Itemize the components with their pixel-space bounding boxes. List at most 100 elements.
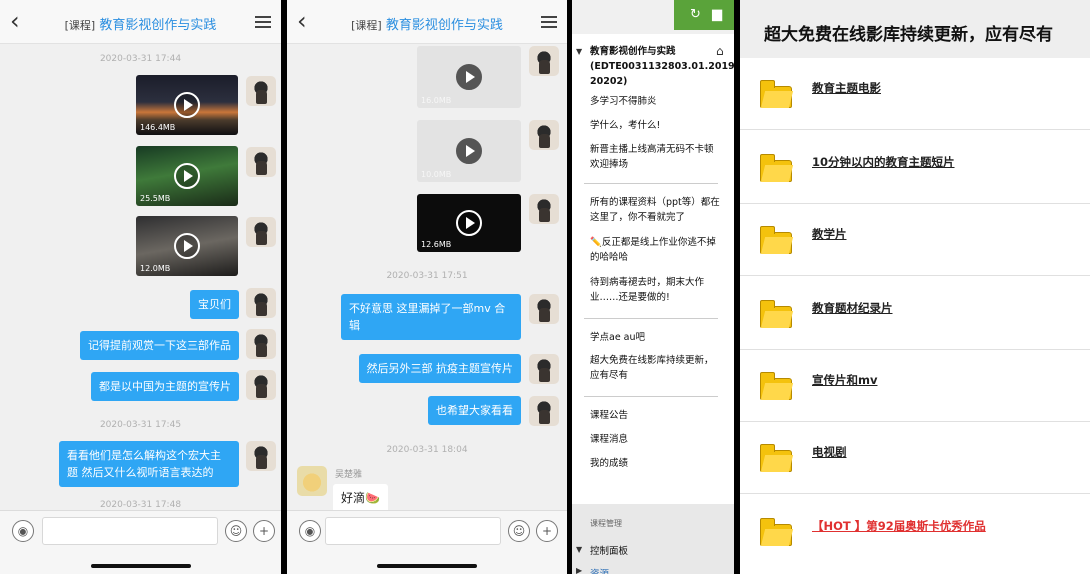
voice-icon[interactable]: ◉ (12, 520, 34, 542)
message-bubble[interactable]: 不好意思 这里漏掉了一部mv 合辑 (341, 294, 521, 340)
timestamp: 2020-03-31 18:04 (386, 445, 468, 455)
sidebar-item[interactable]: 课程消息 (590, 432, 722, 447)
avatar[interactable] (246, 370, 276, 400)
video-message[interactable]: 25.5MB (136, 146, 238, 206)
sender-name: 吴楚雅 (335, 470, 363, 480)
chat-panel-2: ‹ [课程] 教育影视创作与实践 16.0MB 10.0MB 12.6MB 20… (287, 0, 567, 574)
message-bubble[interactable]: 也希望大家看看 (428, 396, 521, 425)
avatar[interactable] (246, 76, 276, 106)
video-size: 12.6MB (421, 240, 452, 249)
folder-link-hot[interactable]: 【HOT 】第92届奥斯卡优秀作品 (812, 518, 986, 534)
collapse-arrow-icon[interactable]: ▼ (576, 545, 582, 554)
divider (584, 183, 718, 184)
control-panel-item[interactable]: 控制面板 (590, 543, 628, 557)
folder-link[interactable]: 教育题材纪录片 (812, 300, 893, 316)
home-indicator (377, 564, 477, 568)
emoji-icon[interactable]: ☺ (508, 520, 530, 542)
chat-title: [课程] 教育影视创作与实践 (0, 14, 281, 33)
sidebar-course-title[interactable]: 教育影视创作与实践(EDTE0031132803.01.2019-20202) (590, 44, 734, 89)
folder-icon[interactable] (760, 444, 792, 472)
folder-icon[interactable] (760, 226, 792, 254)
video-size: 12.0MB (140, 264, 171, 273)
avatar[interactable] (246, 147, 276, 177)
resources-item[interactable]: 资源 (590, 566, 609, 574)
menu-icon[interactable] (255, 16, 271, 28)
home-icon[interactable]: ⌂ (716, 44, 724, 58)
message-bubble[interactable]: 看看他们是怎么解构这个宏大主题 然后又什么视听语言表达的 (59, 441, 239, 487)
plus-icon[interactable]: + (253, 520, 275, 542)
timestamp: 2020-03-31 17:45 (99, 420, 182, 430)
expand-arrow-icon[interactable]: ▶ (576, 566, 582, 574)
sidebar-item[interactable]: 超大免费在线影库持续更新，应有尽有 (590, 353, 722, 383)
avatar[interactable] (246, 329, 276, 359)
folder-icon[interactable]: ▆ (712, 7, 722, 22)
play-icon[interactable] (456, 138, 482, 164)
folder-link[interactable]: 教学片 (812, 226, 847, 242)
video-size: 16.0MB (421, 96, 452, 105)
video-message[interactable]: 12.0MB (136, 216, 238, 276)
sidebar-item[interactable]: 多学习不得肺炎 (590, 94, 722, 109)
folder-row[interactable]: 教学片 (740, 204, 1090, 276)
message-bubble[interactable]: 然后另外三部 抗疫主题宣传片 (358, 354, 521, 383)
folder-row[interactable]: 【HOT 】第92届奥斯卡优秀作品 (740, 496, 1090, 568)
avatar[interactable] (246, 288, 276, 318)
incoming-message-bubble[interactable]: 好滴🍉 (333, 484, 388, 513)
sidebar-item[interactable]: 课程公告 (590, 408, 722, 423)
sidebar-item[interactable]: 新晋主播上线高清无码不卡顿欢迎捧场 (590, 142, 722, 172)
play-icon[interactable] (456, 64, 482, 90)
avatar[interactable] (529, 396, 559, 426)
video-message[interactable]: 146.4MB (136, 75, 238, 135)
refresh-icon[interactable]: ↻ (690, 7, 701, 22)
sidebar-item[interactable]: 我的成绩 (590, 456, 722, 471)
folder-link[interactable]: 教育主题电影 (812, 80, 881, 96)
sidebar-management-area (572, 504, 734, 574)
course-name: 教育影视创作与实践 (385, 18, 503, 33)
folder-row[interactable]: 教育题材纪录片 (740, 278, 1090, 350)
folder-icon[interactable] (760, 518, 792, 546)
folder-link[interactable]: 宣传片和mv (812, 372, 877, 388)
voice-icon[interactable]: ◉ (299, 520, 321, 542)
folder-icon[interactable] (760, 80, 792, 108)
collapse-arrow-icon[interactable]: ▼ (576, 47, 582, 56)
folder-row[interactable]: 教育主题电影 (740, 58, 1090, 130)
video-size: 146.4MB (140, 123, 176, 132)
avatar[interactable] (246, 217, 276, 247)
folder-icon[interactable] (760, 154, 792, 182)
avatar[interactable] (529, 120, 559, 150)
play-icon[interactable] (174, 92, 200, 118)
folder-link[interactable]: 10分钟以内的教育主题短片 (812, 154, 955, 170)
play-icon[interactable] (174, 233, 200, 259)
folder-icon[interactable] (760, 300, 792, 328)
sidebar-item[interactable]: 待到病毒褪去时，期末大作业……还是要做的! (590, 275, 722, 305)
play-icon[interactable] (174, 163, 200, 189)
message-bubble[interactable]: 都是以中国为主题的宣传片 (91, 372, 239, 401)
avatar[interactable] (529, 354, 559, 384)
menu-icon[interactable] (541, 16, 557, 28)
avatar[interactable] (246, 441, 276, 471)
plus-icon[interactable]: + (536, 520, 558, 542)
play-icon[interactable] (456, 210, 482, 236)
video-message[interactable]: 16.0MB (417, 46, 521, 108)
video-message[interactable]: 12.6MB (417, 194, 521, 252)
emoji-icon[interactable]: ☺ (225, 520, 247, 542)
folder-row[interactable]: 10分钟以内的教育主题短片 (740, 132, 1090, 204)
folder-row[interactable]: 电视剧 (740, 422, 1090, 494)
folder-link[interactable]: 电视剧 (812, 444, 847, 460)
sidebar-item[interactable]: 所有的课程资料（ppt等）都在这里了，你不看就完了 (590, 195, 722, 225)
avatar[interactable] (529, 294, 559, 324)
message-bubble[interactable]: 记得提前观赏一下这三部作品 (80, 331, 239, 360)
message-input[interactable] (325, 517, 501, 545)
message-input[interactable] (42, 517, 218, 545)
avatar[interactable] (529, 46, 559, 76)
folder-icon[interactable] (760, 372, 792, 400)
video-message[interactable]: 10.0MB (417, 120, 521, 182)
avatar[interactable] (529, 194, 559, 224)
folder-row[interactable]: 宣传片和mv (740, 350, 1090, 422)
avatar[interactable] (297, 466, 327, 496)
sidebar-item[interactable]: 学点ae au吧 (590, 330, 722, 345)
sidebar-item[interactable]: 学什么，考什么! (590, 118, 722, 133)
sidebar-item[interactable]: ✏️反正都是线上作业你逃不掉的哈哈哈 (590, 235, 722, 265)
management-label: 课程管理 (590, 519, 622, 528)
input-bar: ◉ ☺ + (0, 510, 281, 574)
message-bubble[interactable]: 宝贝们 (190, 290, 239, 319)
